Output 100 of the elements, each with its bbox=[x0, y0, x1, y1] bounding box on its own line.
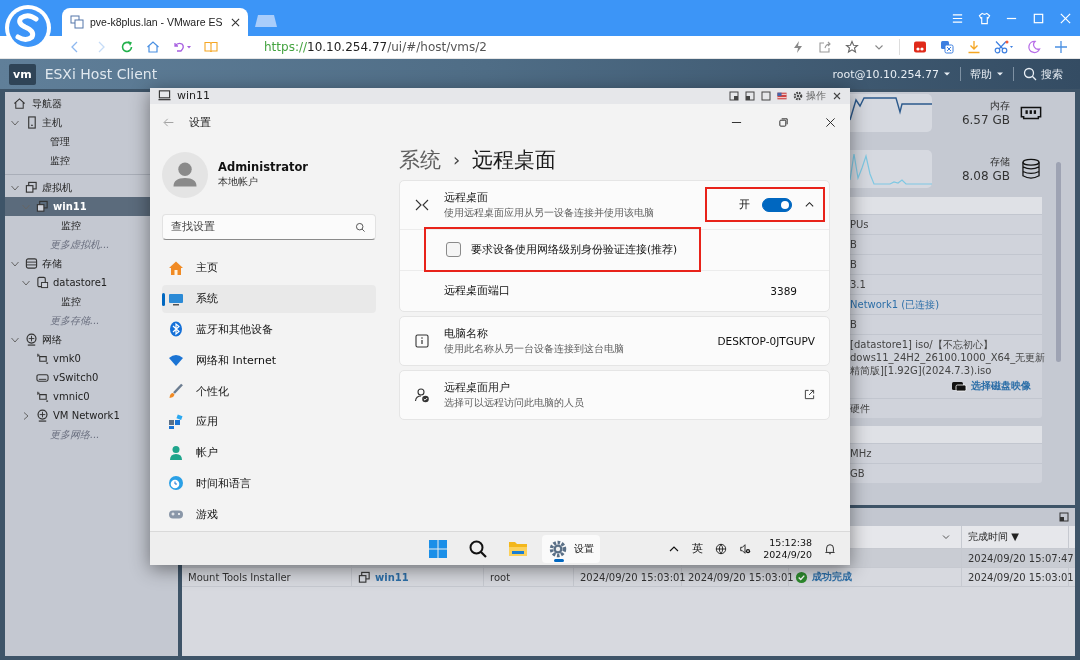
bell-icon[interactable] bbox=[824, 542, 836, 555]
nav-item[interactable]: 蓝牙和其他设备 bbox=[162, 315, 376, 344]
nav-item[interactable]: 个性化 bbox=[162, 377, 376, 405]
person-icon bbox=[168, 444, 184, 461]
setting-title: 远程桌面 bbox=[444, 189, 489, 205]
setting-description: 使用此名称从另一台设备连接到这台电脑 bbox=[444, 342, 625, 356]
tree-item[interactable]: 主机 bbox=[5, 113, 150, 132]
moon-icon[interactable] bbox=[1027, 40, 1041, 54]
close-icon[interactable] bbox=[231, 17, 240, 27]
actions-menu[interactable]: 操作 bbox=[793, 88, 826, 103]
toggle-label: 开 bbox=[739, 197, 750, 213]
tree-item[interactable]: VM Network1 bbox=[5, 406, 150, 425]
table-cell: B bbox=[850, 319, 857, 330]
download-icon[interactable] bbox=[967, 40, 981, 54]
scissors-icon[interactable] bbox=[994, 40, 1014, 54]
table-cell: PUs bbox=[850, 219, 869, 230]
nav-item[interactable]: 时间和语言 bbox=[162, 469, 376, 498]
reader-icon[interactable] bbox=[204, 40, 218, 54]
tree-item[interactable]: 监控 bbox=[5, 292, 150, 311]
new-tab-button[interactable] bbox=[254, 14, 278, 28]
home-icon bbox=[13, 97, 26, 110]
star-icon[interactable] bbox=[845, 40, 859, 54]
maximize-icon[interactable] bbox=[1032, 11, 1045, 25]
table-cell: 2024/09/20 15:07:47 bbox=[968, 552, 1074, 564]
tree-item[interactable]: win11 bbox=[5, 197, 150, 216]
window-icon[interactable] bbox=[1059, 512, 1069, 522]
nav-item[interactable]: 应用 bbox=[162, 407, 376, 436]
search-icon bbox=[354, 220, 367, 234]
setting-title: 远程桌面端口 bbox=[443, 283, 510, 298]
adapter-icon bbox=[36, 352, 49, 365]
person-check-icon bbox=[414, 386, 430, 403]
nav-item[interactable]: 系统 bbox=[162, 284, 376, 313]
external-link-icon[interactable] bbox=[804, 389, 815, 401]
share-icon[interactable] bbox=[818, 40, 832, 54]
user-menu[interactable]: root@10.10.254.77 bbox=[823, 67, 960, 81]
clock[interactable]: 15:12:38 2024/9/20 bbox=[763, 536, 812, 561]
lightning-icon[interactable] bbox=[791, 40, 805, 54]
home-icon[interactable] bbox=[146, 40, 160, 54]
select-image-link[interactable]: 选择磁盘映像 bbox=[951, 379, 1032, 392]
speaker-muted-icon[interactable] bbox=[739, 542, 752, 555]
chevron-right-icon[interactable] bbox=[21, 410, 31, 421]
extension-icon[interactable] bbox=[913, 40, 927, 54]
caret-icon bbox=[996, 70, 1004, 78]
table-cell: 硬件 bbox=[850, 401, 870, 416]
restore-icon[interactable] bbox=[778, 117, 789, 129]
disc-drive-icon bbox=[951, 379, 968, 392]
tree-item[interactable]: 监控 bbox=[5, 151, 150, 170]
chevron-down-icon[interactable] bbox=[941, 532, 951, 542]
server-icon bbox=[25, 116, 38, 129]
tree-item[interactable]: 监控 bbox=[5, 216, 150, 235]
setting-description: 使用远程桌面应用从另一设备连接并使用该电脑 bbox=[444, 206, 655, 220]
vm-link[interactable]: win11 bbox=[358, 570, 409, 584]
status-link[interactable]: 成功完成 bbox=[795, 570, 852, 584]
table-cell: 2024/09/20 15:03:01 bbox=[580, 571, 686, 583]
tree-item[interactable]: vmk0 bbox=[5, 349, 150, 368]
shirt-icon[interactable] bbox=[978, 11, 991, 25]
window-icon[interactable] bbox=[729, 90, 739, 101]
translate-icon[interactable] bbox=[940, 40, 954, 54]
nav-item[interactable]: 网络和 Internet bbox=[162, 346, 376, 375]
window-icon[interactable] bbox=[745, 90, 755, 101]
tree-item[interactable]: vmnic0 bbox=[5, 387, 150, 406]
table-cell: 2024/09/20 15:03:01 bbox=[688, 571, 794, 583]
menu-icon[interactable] bbox=[951, 11, 964, 25]
tree-item[interactable]: 网络 bbox=[5, 330, 150, 349]
fullscreen-icon[interactable] bbox=[761, 90, 771, 101]
toggle-switch[interactable] bbox=[762, 197, 792, 212]
checkbox[interactable] bbox=[446, 242, 461, 258]
gear-icon bbox=[548, 538, 568, 559]
tree-item[interactable]: 虚拟机 bbox=[5, 178, 150, 197]
close-icon[interactable] bbox=[832, 90, 842, 101]
close-icon[interactable] bbox=[825, 117, 836, 129]
browser-tab[interactable]: pve-k8plus.lan - VMware ES bbox=[62, 8, 248, 36]
column-header[interactable]: 完成时间 ▼ bbox=[968, 530, 1019, 544]
nav-item[interactable]: 帐户 bbox=[162, 438, 376, 467]
undo-icon[interactable] bbox=[172, 40, 192, 54]
avatar bbox=[162, 151, 208, 198]
tree-item[interactable]: datastore1 bbox=[5, 273, 150, 292]
search-field[interactable]: 查找设置 bbox=[162, 213, 376, 240]
help-menu[interactable]: 帮助 bbox=[961, 66, 1013, 82]
flag-icon[interactable] bbox=[777, 90, 787, 101]
caret-icon bbox=[943, 70, 951, 78]
tree-item[interactable]: vSwitch0 bbox=[5, 368, 150, 387]
tree-item[interactable]: 管理 bbox=[5, 132, 150, 151]
vm-icon bbox=[70, 15, 84, 29]
navigator-header[interactable]: 导航器 bbox=[5, 94, 150, 113]
breadcrumb-link[interactable]: 系统 bbox=[399, 145, 441, 174]
globe-icon[interactable] bbox=[715, 542, 728, 555]
nav-item[interactable]: 游戏 bbox=[162, 500, 376, 529]
taskbar-app[interactable]: 设置 bbox=[542, 534, 600, 563]
stat-value: 6.57 GB bbox=[961, 113, 1010, 127]
switch-icon bbox=[36, 371, 49, 384]
network-link[interactable]: Network1 (已连接) bbox=[850, 297, 940, 312]
input-method[interactable]: 英 bbox=[692, 541, 704, 556]
nav-item[interactable]: 主页 bbox=[162, 253, 376, 282]
table-cell: root bbox=[490, 571, 511, 583]
search-button[interactable]: 搜索 bbox=[1014, 66, 1072, 82]
scrollbar[interactable] bbox=[1056, 162, 1061, 362]
plus-icon[interactable] bbox=[1054, 40, 1068, 54]
tree-item[interactable]: 存储 bbox=[5, 254, 150, 273]
reload-icon[interactable] bbox=[120, 40, 134, 54]
